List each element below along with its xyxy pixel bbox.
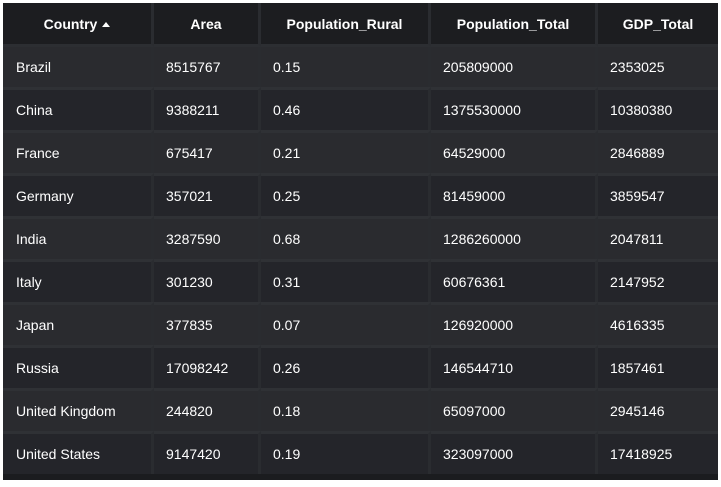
column-header-label: Area <box>190 15 222 32</box>
table-row[interactable]: United Kingdom 244820 0.18 65097000 2945146 <box>3 388 718 431</box>
cell-population-rural: 0.19 <box>261 431 431 474</box>
cell-population-rural: 0.18 <box>261 388 431 431</box>
cell-population-total: 60676361 <box>431 259 598 302</box>
cell-population-total: 146544710 <box>431 345 598 388</box>
cell-country: United Kingdom <box>3 388 154 431</box>
cell-gdp-total: 2047811 <box>598 216 718 259</box>
cell-gdp-total: 3859547 <box>598 173 718 216</box>
table-row[interactable]: India 3287590 0.68 1286260000 2047811 <box>3 216 718 259</box>
table-body: Brazil 8515767 0.15 205809000 2353025 China 93… <box>3 47 718 474</box>
header-row: Country Area Population_Rural Population… <box>3 3 718 47</box>
cell-population-total: 323097000 <box>431 431 598 474</box>
cell-area: 301230 <box>154 259 261 302</box>
cell-population-rural: 0.26 <box>261 345 431 388</box>
column-header-gdp-total[interactable]: GDP_Total <box>598 3 718 47</box>
cell-population-total: 1375530000 <box>431 87 598 130</box>
column-header-country[interactable]: Country <box>3 3 154 47</box>
column-header-population-rural[interactable]: Population_Rural <box>261 3 431 47</box>
cell-area: 8515767 <box>154 47 261 87</box>
cell-country: Brazil <box>3 47 154 87</box>
cell-country: Japan <box>3 302 154 345</box>
table-row[interactable]: United States 9147420 0.19 323097000 1741892… <box>3 431 718 474</box>
cell-gdp-total: 2945146 <box>598 388 718 431</box>
cell-gdp-total: 2353025 <box>598 47 718 87</box>
table-row[interactable]: Italy 301230 0.31 60676361 2147952 <box>3 259 718 302</box>
column-header-label: GDP_Total <box>622 15 694 32</box>
cell-population-rural: 0.46 <box>261 87 431 130</box>
cell-area: 3287590 <box>154 216 261 259</box>
table-row[interactable]: Brazil 8515767 0.15 205809000 2353025 <box>3 47 718 87</box>
cell-country: United States <box>3 431 154 474</box>
cell-country: Germany <box>3 173 154 216</box>
cell-country: China <box>3 87 154 130</box>
cell-area: 357021 <box>154 173 261 216</box>
cell-area: 377835 <box>154 302 261 345</box>
cell-country: Italy <box>3 259 154 302</box>
cell-area: 675417 <box>154 130 261 173</box>
cell-area: 9388211 <box>154 87 261 130</box>
cell-population-rural: 0.21 <box>261 130 431 173</box>
column-header-label: Population_Total <box>456 15 570 32</box>
column-header-label: Country <box>43 15 98 32</box>
table-row[interactable]: Germany 357021 0.25 81459000 3859547 <box>3 173 718 216</box>
cell-area: 244820 <box>154 388 261 431</box>
cell-country: France <box>3 130 154 173</box>
cell-population-rural: 0.31 <box>261 259 431 302</box>
sort-ascending-icon[interactable] <box>102 21 111 27</box>
cell-population-total: 205809000 <box>431 47 598 87</box>
cell-population-total: 126920000 <box>431 302 598 345</box>
cell-population-rural: 0.15 <box>261 47 431 87</box>
data-grid: Country Area Population_Rural Population… <box>3 3 718 474</box>
table-row[interactable]: China 9388211 0.46 1375530000 10380380 <box>3 87 718 130</box>
cell-population-total: 81459000 <box>431 173 598 216</box>
cell-area: 17098242 <box>154 345 261 388</box>
table-header: Country Area Population_Rural Population… <box>3 3 718 47</box>
cell-population-rural: 0.25 <box>261 173 431 216</box>
cell-gdp-total: 4616335 <box>598 302 718 345</box>
column-header-population-total[interactable]: Population_Total <box>431 3 598 47</box>
cell-area: 9147420 <box>154 431 261 474</box>
cell-gdp-total: 2846889 <box>598 130 718 173</box>
column-header-area[interactable]: Area <box>154 3 261 47</box>
cell-population-total: 64529000 <box>431 130 598 173</box>
table-row[interactable]: France 675417 0.21 64529000 2846889 <box>3 130 718 173</box>
cell-gdp-total: 10380380 <box>598 87 718 130</box>
table-row[interactable]: Russia 17098242 0.26 146544710 1857461 <box>3 345 718 388</box>
column-header-label: Population_Rural <box>286 15 403 32</box>
table-row[interactable]: Japan 377835 0.07 126920000 4616335 <box>3 302 718 345</box>
cell-country: India <box>3 216 154 259</box>
cell-gdp-total: 1857461 <box>598 345 718 388</box>
cell-population-rural: 0.68 <box>261 216 431 259</box>
cell-country: Russia <box>3 345 154 388</box>
cell-gdp-total: 17418925 <box>598 431 718 474</box>
data-table: Country Area Population_Rural Population… <box>3 3 718 480</box>
cell-population-rural: 0.07 <box>261 302 431 345</box>
cell-gdp-total: 2147952 <box>598 259 718 302</box>
cell-population-total: 1286260000 <box>431 216 598 259</box>
cell-population-total: 65097000 <box>431 388 598 431</box>
